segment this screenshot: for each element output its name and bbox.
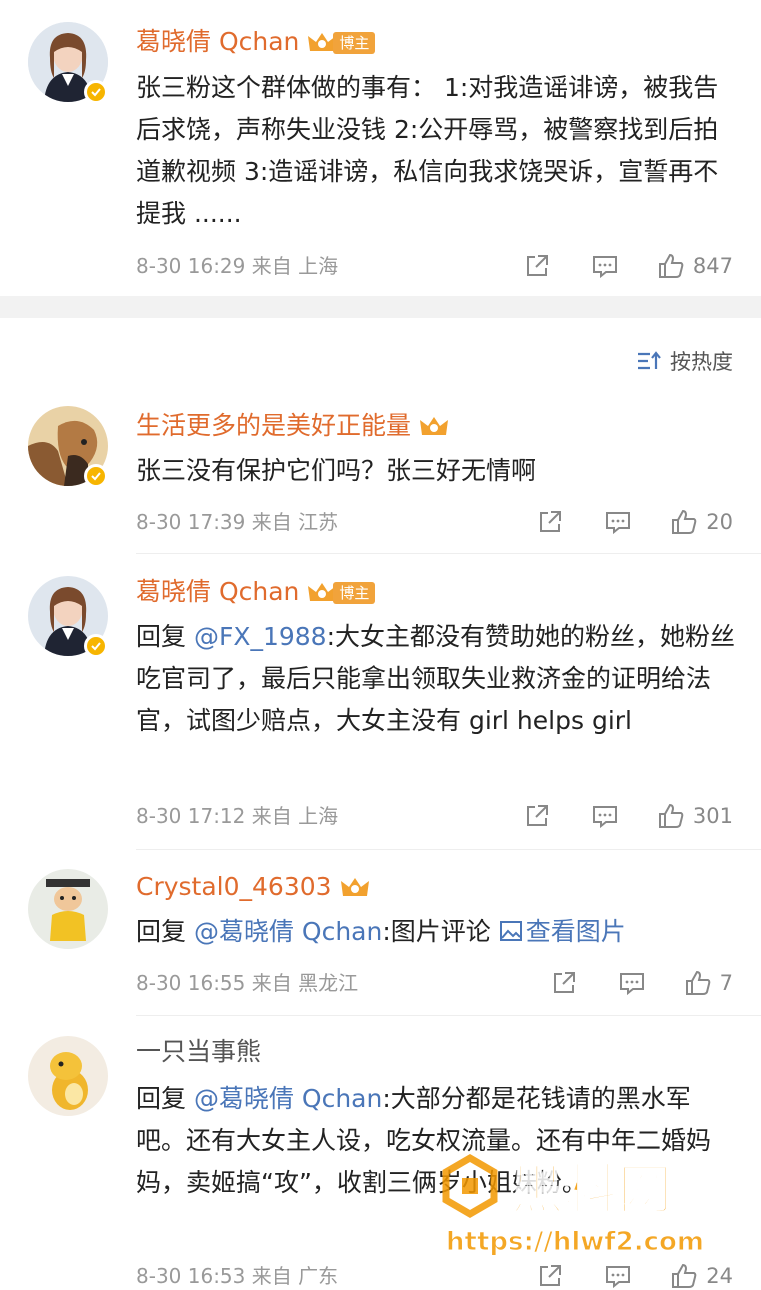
share-icon[interactable]	[536, 508, 564, 536]
watermark-title: 黑料网	[510, 1158, 672, 1221]
share-icon[interactable]	[523, 802, 551, 830]
sort-label: 按热度	[670, 350, 733, 374]
like-count: 24	[706, 1264, 733, 1288]
like-count: 847	[692, 254, 733, 278]
post-text: 张三粉这个群体做的事有： 1:对我造谣诽谤，被我告后求饶，声称失业没钱 2:公开…	[136, 73, 719, 228]
like-count: 20	[706, 510, 733, 534]
post-item: 葛晓倩 Qchan 博主 张三粉这个群体做的事有： 1:对我造谣诽谤，被我告后求饶…	[0, 0, 761, 296]
comment-text: 回复 @葛晓倩 Qchan:图片评论 查看图片	[136, 911, 736, 953]
like-icon[interactable]	[670, 1262, 698, 1290]
like-icon[interactable]	[684, 969, 712, 997]
sort-button[interactable]: 按热度	[636, 346, 733, 376]
mention-link[interactable]: @葛晓倩 Qchan	[194, 917, 382, 946]
comment-meta: 8-30 17:39 来自 江苏	[136, 510, 339, 534]
comment-icon[interactable]	[618, 969, 646, 997]
comment-author-name[interactable]: 生活更多的是美好正能量	[136, 410, 449, 442]
verified-icon	[84, 80, 108, 104]
reply-prefix: 回复	[136, 917, 194, 946]
divider	[136, 1015, 761, 1016]
crown-icon	[340, 878, 369, 896]
comment-text: 回复 @FX_1988:大女主都没有赞助她的粉丝，她粉丝吃官司了，最后只能拿出领…	[136, 616, 736, 742]
comment-icon[interactable]	[604, 508, 632, 536]
mention-link[interactable]: @FX_1988	[194, 622, 327, 651]
section-divider	[0, 296, 761, 318]
comment-text: 张三没有保护它们吗？张三好无情啊	[136, 456, 537, 485]
comment-author-name[interactable]: 一只当事熊	[136, 1036, 261, 1068]
comment-author-name[interactable]: Crystal0_46303	[136, 871, 370, 903]
crown-icon	[420, 417, 449, 435]
like-count: 301	[692, 804, 733, 828]
comment-item: 葛晓倩 Qchan 博主 回复 @FX_1988:大女主都没有赞助她的粉丝，她粉丝…	[0, 560, 761, 850]
reply-prefix: 回复	[136, 1084, 194, 1113]
comment-meta: 8-30 16:53 来自 广东	[136, 1264, 339, 1288]
comment-icon[interactable]	[591, 802, 619, 830]
post-author-name[interactable]: 葛晓倩 Qchan 博主	[136, 26, 376, 58]
comment-author-name[interactable]: 葛晓倩 Qchan 博主	[136, 576, 376, 608]
comment-meta: 8-30 17:12 来自 上海	[136, 804, 339, 828]
watermark-url: https://hlwf2.com	[446, 1227, 704, 1257]
like-icon[interactable]	[657, 252, 685, 280]
blogger-badge: 博主	[333, 582, 376, 604]
share-icon[interactable]	[536, 1262, 564, 1290]
watermark: 黑料网 https://hlwf2.com	[440, 1150, 740, 1264]
post-meta: 8-30 16:29 来自 上海	[136, 254, 339, 278]
post-actions: 847	[523, 252, 733, 280]
comment-meta: 8-30 16:55 来自 黑龙江	[136, 971, 359, 995]
comment-body: :图片评论	[382, 917, 499, 946]
view-image-link[interactable]: 查看图片	[499, 917, 626, 946]
share-icon[interactable]	[550, 969, 578, 997]
comment-item: Crystal0_46303 回复 @葛晓倩 Qchan:图片评论 查看图片 8…	[0, 855, 761, 1015]
comment-actions: 24	[536, 1262, 733, 1290]
image-icon	[499, 921, 522, 941]
divider	[136, 553, 761, 554]
like-count: 7	[719, 971, 733, 995]
comment-icon[interactable]	[604, 1262, 632, 1290]
share-icon[interactable]	[523, 252, 551, 280]
comment-actions: 7	[550, 969, 733, 997]
comment-icon[interactable]	[591, 252, 619, 280]
like-icon[interactable]	[657, 802, 685, 830]
avatar[interactable]	[28, 1036, 108, 1116]
verified-icon	[84, 464, 108, 488]
blogger-badge: 博主	[333, 32, 376, 54]
view-image-label: 查看图片	[525, 917, 626, 946]
sort-icon	[638, 351, 661, 370]
comment-actions: 301	[523, 802, 733, 830]
verified-icon	[84, 634, 108, 658]
like-icon[interactable]	[670, 508, 698, 536]
divider	[136, 849, 761, 850]
avatar[interactable]	[28, 869, 108, 949]
mention-link[interactable]: @葛晓倩 Qchan	[194, 1084, 382, 1113]
comment-item: 生活更多的是美好正能量 张三没有保护它们吗？张三好无情啊 8-30 17:39 …	[0, 390, 761, 550]
reply-prefix: 回复	[136, 622, 194, 651]
comment-actions: 20	[536, 508, 733, 536]
